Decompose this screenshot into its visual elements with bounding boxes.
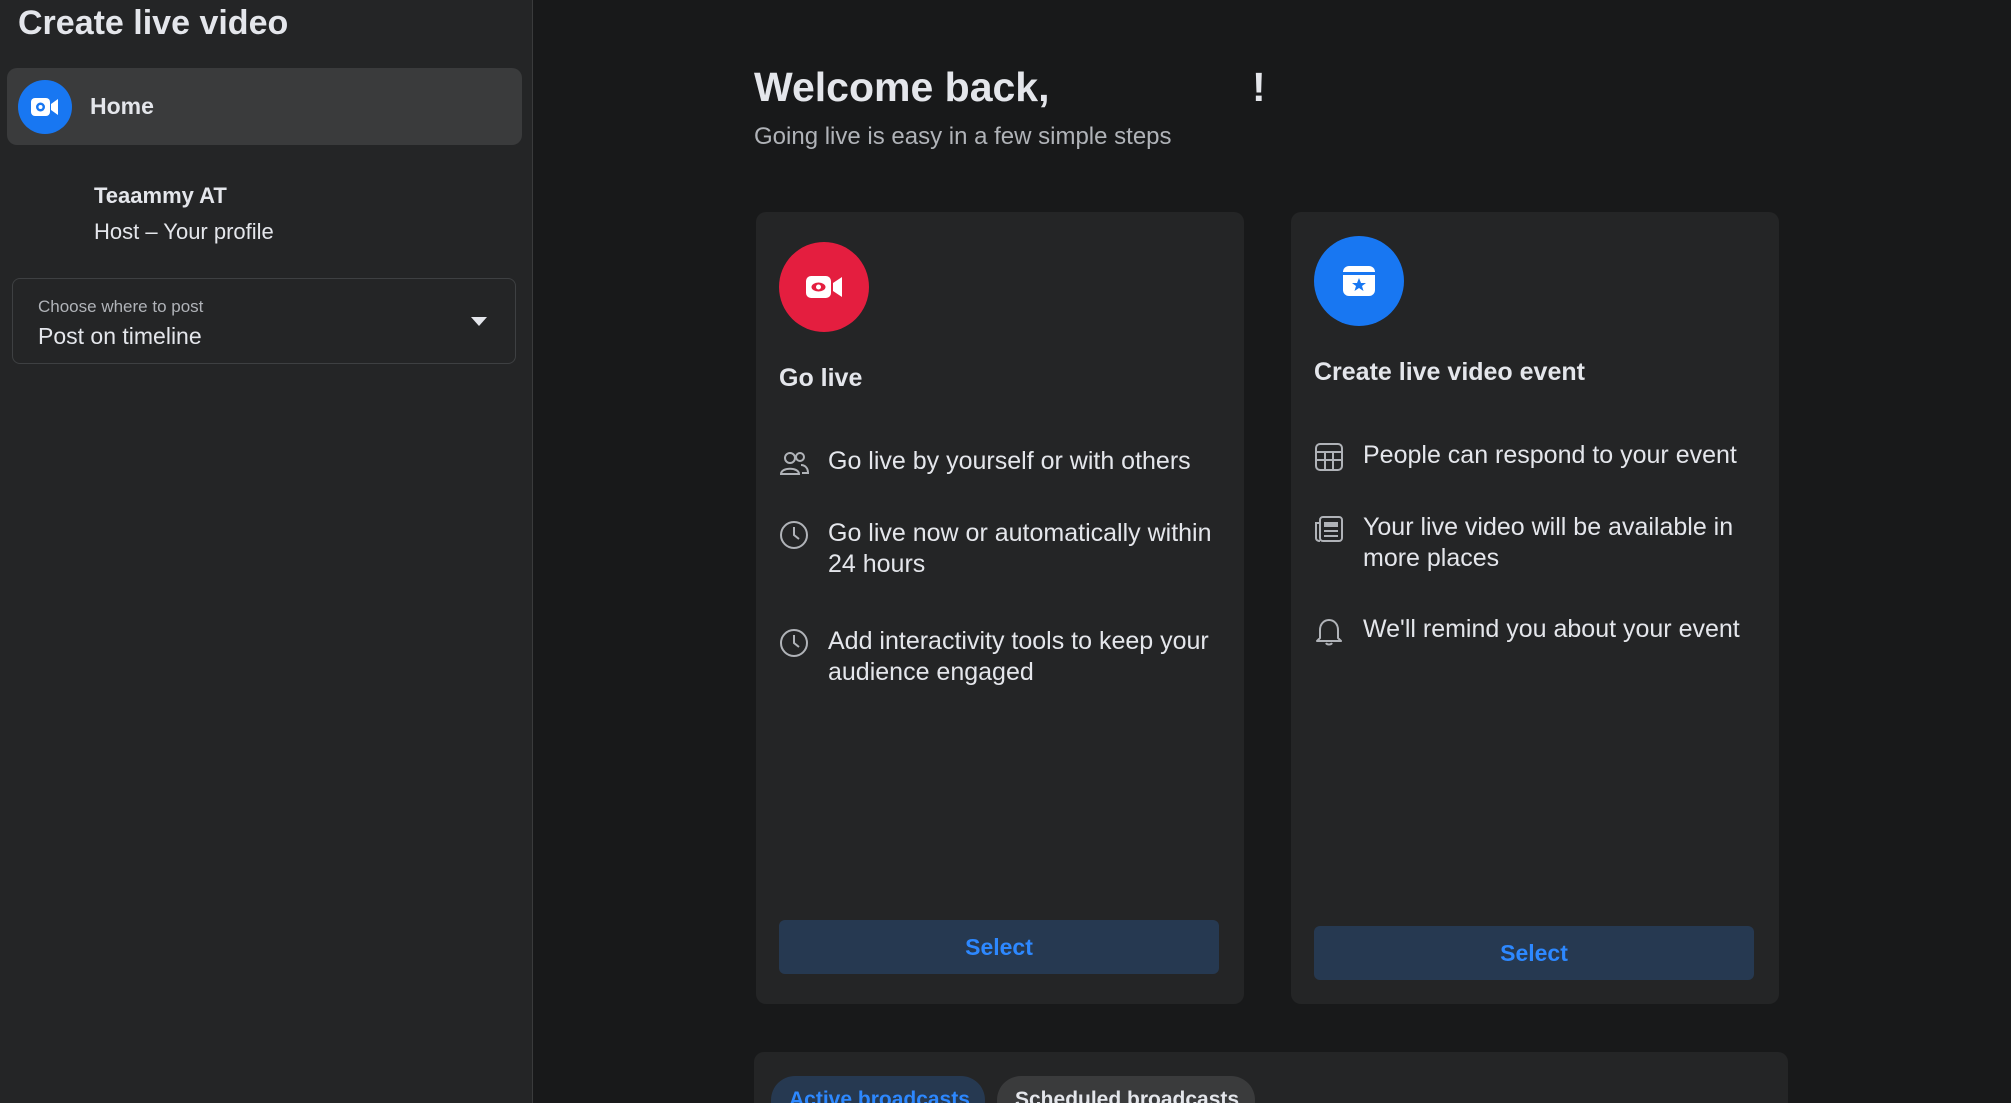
welcome-heading: Welcome back, — [754, 64, 1050, 110]
tab-active-broadcasts[interactable]: Active broadcasts — [771, 1076, 985, 1103]
post-destination-value: Post on timeline — [38, 323, 202, 349]
sidebar-title: Create live video — [18, 4, 289, 42]
calendar-grid-icon — [1315, 443, 1343, 471]
profile-role: Host – Your profile — [94, 219, 274, 244]
go-live-card: Go live Go live by yourself or with othe… — [756, 212, 1244, 1004]
post-destination-caption: Choose where to post — [38, 297, 204, 316]
live-video-icon — [18, 80, 72, 134]
sidebar: Create live video Home Teaammy AT Host –… — [0, 0, 533, 1103]
post-destination-select[interactable]: Choose where to post Post on timeline — [12, 278, 516, 364]
card-title: Go live — [779, 364, 863, 392]
feature-text: We'll remind you about your event — [1363, 615, 1740, 643]
sidebar-item-label: Home — [90, 93, 154, 119]
broadcasts-panel: Active broadcasts Scheduled broadcasts — [754, 1052, 1788, 1103]
people-icon — [779, 452, 809, 475]
feature-text: People can respond to your event — [1363, 441, 1737, 469]
bell-icon — [1316, 619, 1342, 646]
welcome-exclamation: ! — [1252, 64, 1266, 110]
newspaper-icon — [1315, 516, 1343, 542]
video-camera-icon — [779, 242, 869, 332]
feature-item: Go live now or automatically within 24 h… — [779, 518, 1229, 588]
live-event-select-button[interactable]: Select — [1314, 926, 1754, 980]
host-profile: Teaammy AT Host – Your profile — [94, 183, 274, 245]
caret-down-icon — [471, 317, 487, 326]
go-live-select-button[interactable]: Select — [779, 920, 1219, 974]
feature-item: Add interactivity tools to keep your aud… — [779, 626, 1229, 696]
welcome-subtitle: Going live is easy in a few simple steps — [754, 123, 1172, 150]
card-title: Create live video event — [1314, 358, 1585, 386]
feature-text: Go live by yourself or with others — [828, 447, 1191, 475]
feature-item: Go live by yourself or with others — [779, 446, 1229, 486]
app: Create live video Home Teaammy AT Host –… — [0, 0, 2011, 1103]
clock-icon — [780, 521, 808, 549]
tab-scheduled-broadcasts[interactable]: Scheduled broadcasts — [997, 1076, 1255, 1103]
live-event-card: Create live video event People can respo… — [1291, 212, 1779, 1004]
feature-item: We'll remind you about your event — [1314, 614, 1764, 654]
feature-item: People can respond to your event — [1314, 440, 1764, 480]
clock-icon — [780, 629, 808, 657]
profile-name: Teaammy AT — [94, 183, 227, 208]
calendar-star-icon — [1314, 236, 1404, 326]
feature-text: Your live video will be available in mor… — [1363, 513, 1734, 572]
sidebar-item-home[interactable]: Home — [7, 68, 522, 145]
feature-text: Go live now or automatically within 24 h… — [828, 519, 1212, 578]
feature-text: Add interactivity tools to keep your aud… — [828, 627, 1209, 686]
feature-item: Your live video will be available in mor… — [1314, 512, 1764, 582]
